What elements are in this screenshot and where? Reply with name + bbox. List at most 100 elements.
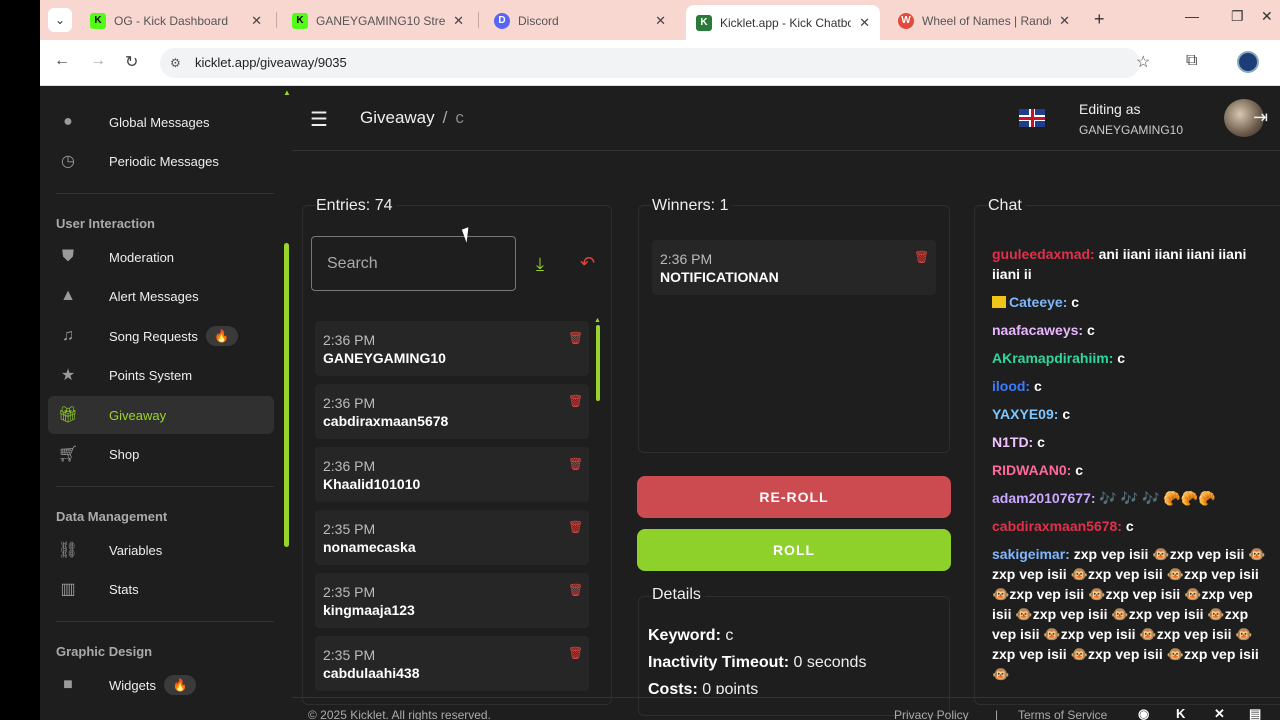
trash-icon[interactable]: 🗑︎ xyxy=(568,520,583,534)
tab-bar: ⌄ K OG - Kick Dashboard ✕ K GANEYGAMING1… xyxy=(40,0,1280,40)
section-data-management: Data Management xyxy=(56,509,168,524)
chat-text: c xyxy=(1117,350,1126,366)
discord-favicon-icon: D xyxy=(494,13,510,29)
browser-tab-wheel-of-names[interactable]: W Wheel of Names | Rando ✕ xyxy=(888,6,1080,36)
sidebar-item-points-system[interactable]: ★ Points System xyxy=(48,356,274,394)
close-window-icon[interactable]: ✕ xyxy=(1261,8,1273,25)
close-tab-icon[interactable]: ✕ xyxy=(251,13,262,29)
privacy-link[interactable]: Privacy Policy xyxy=(894,708,969,720)
sidebar-scroll-up-icon[interactable]: ▲ xyxy=(283,88,291,97)
entries-scrollbar[interactable] xyxy=(596,325,600,401)
sidebar-item-widgets[interactable]: ■ Widgets 🔥 xyxy=(48,666,274,704)
url-field[interactable]: ⚙ kicklet.app/giveaway/9035 xyxy=(160,48,1140,78)
chat-username[interactable]: sakigeimar: xyxy=(992,546,1070,562)
chat-message: ilood: c xyxy=(992,376,1272,396)
reload-icon[interactable]: ↻ xyxy=(125,52,138,72)
sidebar-item-commands-partial[interactable] xyxy=(48,87,274,95)
sidebar-item-label: Shop xyxy=(109,446,140,462)
sidebar-item-song-requests[interactable]: ♫ Song Requests 🔥 xyxy=(48,317,274,355)
chat-message: AKramapdirahiim: c xyxy=(992,348,1272,368)
editing-as-block: Editing as GANEYGAMING10 xyxy=(1079,101,1183,137)
tab-search-button[interactable]: ⌄ xyxy=(48,8,72,32)
kick-icon[interactable]: K xyxy=(1176,706,1185,720)
sidebar-item-label: Periodic Messages xyxy=(109,153,219,169)
entry-item: 2:36 PM GANEYGAMING10 🗑︎ xyxy=(315,321,589,376)
entry-item: 2:35 PM cabdulaahi438 🗑︎ xyxy=(315,636,589,691)
trash-icon[interactable]: 🗑︎ xyxy=(568,331,583,345)
chat-message: RIDWAAN0: c xyxy=(992,460,1272,480)
undo-icon[interactable]: ↶ xyxy=(580,253,595,274)
close-tab-icon[interactable]: ✕ xyxy=(1059,13,1070,29)
winner-item: 2:36 PM NOTIFICATIONAN 🗑︎ xyxy=(652,240,936,295)
browser-tab-kicklet[interactable]: K Kicklet.app - Kick Chatbo ✕ xyxy=(686,5,880,40)
restore-icon[interactable]: ❐ xyxy=(1231,8,1244,25)
sidebar-item-moderation[interactable]: ⛊ Moderation xyxy=(48,238,274,276)
trash-icon[interactable]: 🗑︎ xyxy=(568,646,583,660)
sidebar-item-periodic-messages[interactable]: ◷ Periodic Messages xyxy=(48,142,274,180)
chat-username[interactable]: guuleedaxmad: xyxy=(992,246,1095,262)
shield-icon: ⛊ xyxy=(61,248,74,265)
browser-tab-kick-dashboard[interactable]: K OG - Kick Dashboard ✕ xyxy=(80,6,272,36)
chat-username[interactable]: adam20107677: xyxy=(992,490,1096,506)
sidebar-item-global-messages[interactable]: ● Global Messages xyxy=(48,103,274,141)
close-tab-icon[interactable]: ✕ xyxy=(453,13,464,29)
address-bar: ← → ↻ ⚙ kicklet.app/giveaway/9035 ☆ ⧉ xyxy=(40,40,1280,86)
reroll-button[interactable]: RE-ROLL xyxy=(637,476,951,518)
gift-icon: 🎁︎ xyxy=(57,407,79,424)
entries-scroll-up-icon[interactable]: ▲ xyxy=(594,317,601,324)
browser-tab-stream[interactable]: K GANEYGAMING10 Stream ✕ xyxy=(282,6,474,36)
extensions-icon[interactable]: ⧉ xyxy=(1186,52,1197,70)
logout-icon[interactable]: ⇥ xyxy=(1253,107,1268,128)
sidebar-item-label: Stats xyxy=(109,581,139,597)
entry-time: 2:35 PM xyxy=(323,584,376,600)
details-keyword: Keyword: c xyxy=(648,627,733,645)
sidebar-item-alert-messages[interactable]: ▲ Alert Messages xyxy=(48,277,274,315)
bookmark-star-icon[interactable]: ☆ xyxy=(1136,52,1150,72)
chat-username[interactable]: YAXYE09: xyxy=(992,406,1058,422)
back-icon[interactable]: ← xyxy=(54,52,70,70)
link-icon: ⛓ xyxy=(57,542,79,559)
new-tab-icon[interactable]: + xyxy=(1094,9,1105,30)
close-tab-icon[interactable]: ✕ xyxy=(655,13,666,29)
trash-icon[interactable]: 🗑︎ xyxy=(568,394,583,408)
minimize-icon[interactable]: — xyxy=(1185,8,1199,24)
breadcrumb-root[interactable]: Giveaway xyxy=(360,108,435,127)
chat-username[interactable]: cabdiraxmaan5678: xyxy=(992,518,1122,534)
sidebar-item-label: Global Messages xyxy=(109,114,210,130)
trash-icon[interactable]: 🗑︎ xyxy=(914,250,929,264)
site-info-icon[interactable]: ⚙ xyxy=(170,48,181,78)
sidebar-scrollbar[interactable] xyxy=(284,243,289,547)
roll-button[interactable]: ROLL xyxy=(637,529,951,571)
sidebar-item-stats[interactable]: ▥ Stats xyxy=(48,570,274,608)
chat-username[interactable]: ilood: xyxy=(992,378,1030,394)
chat-message: Cateeye: c xyxy=(992,292,1272,312)
document-icon[interactable]: ▤ xyxy=(1249,706,1261,720)
terms-link[interactable]: Terms of Service xyxy=(1018,708,1107,720)
search-input[interactable]: Search xyxy=(311,236,516,291)
close-tab-icon[interactable]: ✕ xyxy=(859,15,870,31)
chat-username[interactable]: AKramapdirahiim: xyxy=(992,350,1113,366)
sidebar-item-giveaway[interactable]: 🎁︎ Giveaway xyxy=(48,396,274,434)
costs-value: 0 points xyxy=(702,681,759,694)
forward-icon[interactable]: → xyxy=(90,52,106,70)
uk-flag-icon[interactable] xyxy=(1019,109,1045,127)
trash-icon[interactable]: 🗑︎ xyxy=(568,457,583,471)
chat-title: Chat xyxy=(988,197,1026,215)
profile-avatar[interactable] xyxy=(1237,51,1259,73)
chat-text: c xyxy=(1086,322,1095,338)
x-twitter-icon[interactable]: ✕ xyxy=(1214,706,1225,720)
trash-icon[interactable]: 🗑︎ xyxy=(568,583,583,597)
section-user-interaction: User Interaction xyxy=(56,216,155,231)
menu-toggle-icon[interactable]: ☰ xyxy=(310,107,328,132)
entries-title: Entries: 74 xyxy=(316,197,397,215)
chat-username[interactable]: Cateeye: xyxy=(1009,294,1067,310)
discord-icon[interactable]: ◉ xyxy=(1138,706,1149,720)
download-icon[interactable]: ⤓ xyxy=(536,254,544,275)
details-costs: Costs: 0 points xyxy=(648,681,758,694)
sidebar-item-variables[interactable]: ⛓ Variables xyxy=(48,531,274,569)
sidebar-item-shop[interactable]: 🛒︎ Shop xyxy=(48,435,274,473)
chat-username[interactable]: RIDWAAN0: xyxy=(992,462,1071,478)
browser-tab-discord[interactable]: D Discord ✕ xyxy=(484,6,676,36)
chat-username[interactable]: naafacaweys: xyxy=(992,322,1083,338)
chat-username[interactable]: N1TD: xyxy=(992,434,1033,450)
